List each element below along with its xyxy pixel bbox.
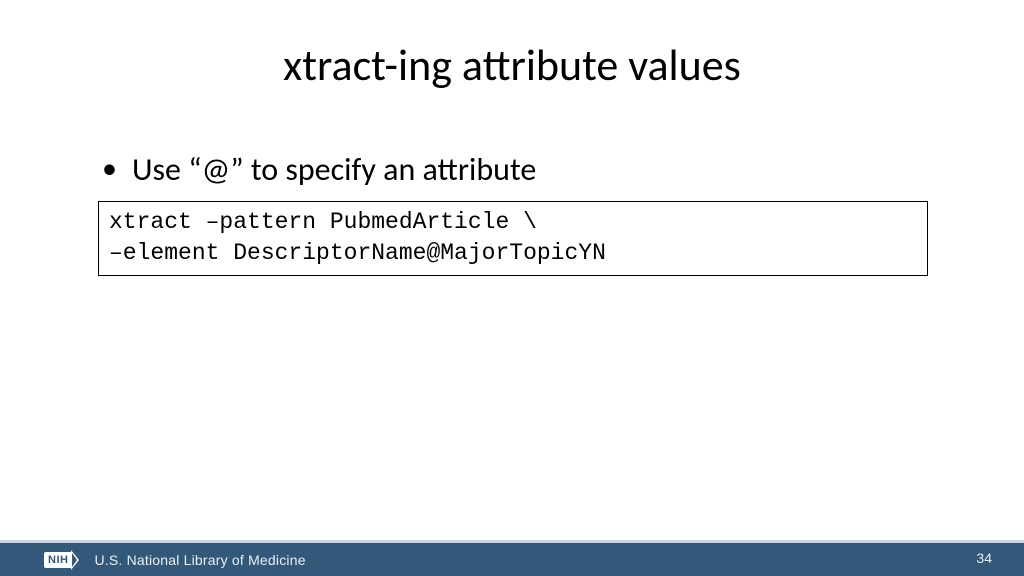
footer-brand: NIH U.S. National Library of Medicine bbox=[44, 550, 306, 570]
slide-title: xtract-ing attribute values bbox=[0, 38, 1024, 92]
page-number: 34 bbox=[976, 540, 992, 576]
slide: xtract-ing attribute values Use “@” to s… bbox=[0, 0, 1024, 576]
bullet-item: Use “@” to specify an attribute bbox=[98, 150, 938, 189]
footer-org-name: U.S. National Library of Medicine bbox=[94, 552, 305, 568]
code-block: xtract –pattern PubmedArticle \ –element… bbox=[98, 201, 928, 276]
nih-angle-inner-icon bbox=[72, 553, 77, 567]
nih-logo-text: NIH bbox=[44, 552, 72, 568]
nih-logo-icon: NIH bbox=[44, 550, 84, 570]
code-line-2: –element DescriptorName@MajorTopicYN bbox=[109, 240, 606, 266]
bullet-list: Use “@” to specify an attribute bbox=[98, 150, 938, 189]
slide-footer: NIH U.S. National Library of Medicine 34 bbox=[0, 540, 1024, 576]
code-line-1: xtract –pattern PubmedArticle \ bbox=[109, 209, 537, 235]
